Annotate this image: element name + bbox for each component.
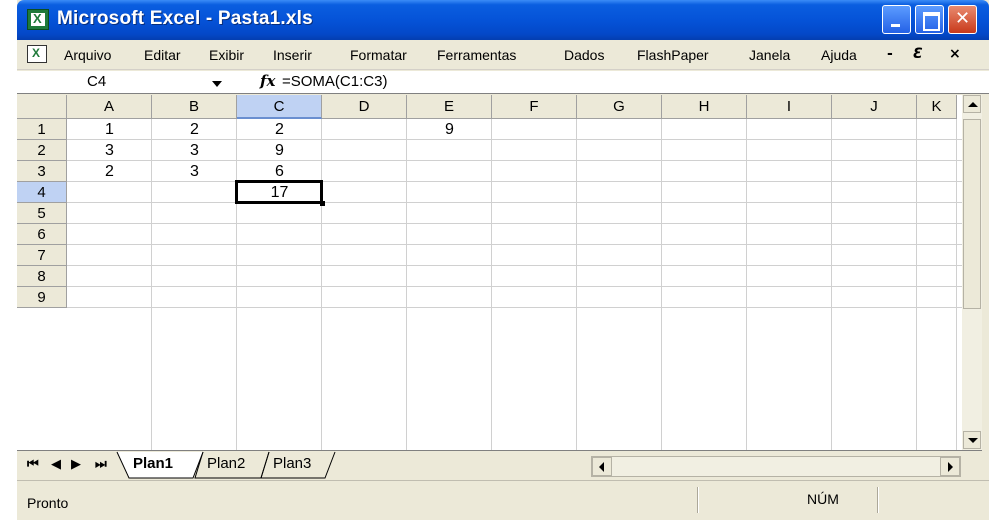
scroll-down-icon[interactable] xyxy=(963,431,981,449)
doc-restore-icon[interactable]: Ɛ xyxy=(913,46,923,62)
menu-janela[interactable]: Janela xyxy=(749,47,790,63)
active-cell-border[interactable] xyxy=(235,180,323,204)
excel-app-icon[interactable] xyxy=(27,9,49,30)
menu-ajuda[interactable]: Ajuda xyxy=(821,47,857,63)
formula-bar: C4 fx =SOMA(C1:C3) xyxy=(17,71,989,94)
column-header-d[interactable]: D xyxy=(322,95,407,119)
vertical-scrollbar[interactable] xyxy=(962,95,982,450)
column-header-i[interactable]: I xyxy=(747,95,832,119)
row-header-9[interactable]: 9 xyxy=(17,287,67,308)
grid-column-line xyxy=(491,119,492,450)
status-text: Pronto xyxy=(27,495,69,511)
num-lock-indicator: NÚM xyxy=(807,491,839,507)
cell-a3[interactable]: 2 xyxy=(67,161,152,182)
sheet-tab-plan1[interactable]: Plan1 xyxy=(133,455,173,472)
column-header-e[interactable]: E xyxy=(407,95,492,119)
row-header-2[interactable]: 2 xyxy=(17,140,67,161)
menu-flashpaper[interactable]: FlashPaper xyxy=(637,47,709,63)
status-separator xyxy=(877,487,879,513)
close-button[interactable] xyxy=(948,5,977,34)
name-box-value: C4 xyxy=(87,73,107,90)
insert-function-icon[interactable]: fx xyxy=(260,72,275,90)
row-header-3[interactable]: 3 xyxy=(17,161,67,182)
chevron-down-icon[interactable] xyxy=(212,81,222,87)
menu-inserir[interactable]: Inserir xyxy=(273,47,312,63)
menu-bar: Arquivo Editar Exibir Inserir Formatar F… xyxy=(17,40,989,70)
select-all-corner[interactable] xyxy=(17,95,67,119)
row-header-6[interactable]: 6 xyxy=(17,224,67,245)
column-header-b[interactable]: B xyxy=(152,95,237,119)
horizontal-scrollbar[interactable] xyxy=(591,456,961,477)
sheet-tab-plan3[interactable]: Plan3 xyxy=(273,455,311,472)
cell-a2[interactable]: 3 xyxy=(67,140,152,161)
window-title: Microsoft Excel - Pasta1.xls xyxy=(57,8,313,29)
cell-c1[interactable]: 2 xyxy=(237,119,322,140)
grid-column-line xyxy=(916,119,917,450)
scroll-up-icon[interactable] xyxy=(963,95,981,113)
cell-c2[interactable]: 9 xyxy=(237,140,322,161)
row-header-1[interactable]: 1 xyxy=(17,119,67,140)
column-header-j[interactable]: J xyxy=(832,95,917,119)
column-header-h[interactable]: H xyxy=(662,95,747,119)
scroll-right-icon[interactable] xyxy=(940,457,960,476)
row-header-5[interactable]: 5 xyxy=(17,203,67,224)
menu-formatar[interactable]: Formatar xyxy=(350,47,407,63)
menu-ferramentas[interactable]: Ferramentas xyxy=(437,47,516,63)
spreadsheet-grid[interactable]: A B C D E F G H I J K 1 2 3 4 5 6 7 8 9 1 2 2 9 3 3 9 2 3 6 17 xyxy=(17,95,962,450)
cell-e1[interactable]: 9 xyxy=(407,119,492,140)
row-header-8[interactable]: 8 xyxy=(17,266,67,287)
excel-window: Microsoft Excel - Pasta1.xls Arquivo Edi… xyxy=(17,0,989,520)
cell-a1[interactable]: 1 xyxy=(67,119,152,140)
name-box[interactable]: C4 xyxy=(17,71,252,93)
formula-input[interactable]: =SOMA(C1:C3) xyxy=(282,73,387,90)
fill-handle[interactable] xyxy=(320,201,325,206)
row-header-4[interactable]: 4 xyxy=(17,182,67,203)
menu-editar[interactable]: Editar xyxy=(144,47,181,63)
grid-row-line xyxy=(17,223,962,224)
sheet-tab-outlines xyxy=(116,451,336,479)
column-header-k[interactable]: K xyxy=(917,95,957,119)
grid-row-line xyxy=(17,286,962,287)
doc-close-icon[interactable]: × xyxy=(949,46,961,62)
workbook-icon[interactable] xyxy=(27,45,47,63)
column-header-a[interactable]: A xyxy=(67,95,152,119)
grid-column-line xyxy=(956,119,957,450)
grid-column-line xyxy=(661,119,662,450)
grid-column-line xyxy=(746,119,747,450)
maximize-button[interactable] xyxy=(915,5,944,34)
cell-b1[interactable]: 2 xyxy=(152,119,237,140)
menu-dados[interactable]: Dados xyxy=(564,47,604,63)
grid-column-line xyxy=(576,119,577,450)
minimize-button[interactable] xyxy=(882,5,911,34)
cell-c3[interactable]: 6 xyxy=(237,161,322,182)
grid-row-line xyxy=(17,265,962,266)
column-header-c[interactable]: C xyxy=(237,95,322,119)
grid-row-line xyxy=(17,202,962,203)
grid-row-line xyxy=(17,244,962,245)
scroll-left-icon[interactable] xyxy=(592,457,612,476)
cell-b3[interactable]: 3 xyxy=(152,161,237,182)
grid-column-line xyxy=(831,119,832,450)
vertical-scroll-thumb[interactable] xyxy=(963,119,981,309)
menu-arquivo[interactable]: Arquivo xyxy=(64,47,111,63)
grid-row-line xyxy=(17,307,962,308)
title-bar[interactable]: Microsoft Excel - Pasta1.xls xyxy=(17,0,989,40)
column-header-g[interactable]: G xyxy=(577,95,662,119)
sheet-tab-plan2[interactable]: Plan2 xyxy=(207,455,245,472)
doc-minimize-icon[interactable]: - xyxy=(887,46,893,62)
menu-exibir[interactable]: Exibir xyxy=(209,47,244,63)
row-header-7[interactable]: 7 xyxy=(17,245,67,266)
cell-b2[interactable]: 3 xyxy=(152,140,237,161)
sheet-tab-bar: ⏮ ◀ ▶ ⏭ Plan1 Plan2 Plan3 xyxy=(17,450,982,480)
column-header-f[interactable]: F xyxy=(492,95,577,119)
status-separator xyxy=(697,487,699,513)
grid-column-line xyxy=(406,119,407,450)
status-bar: Pronto NÚM xyxy=(17,480,989,520)
